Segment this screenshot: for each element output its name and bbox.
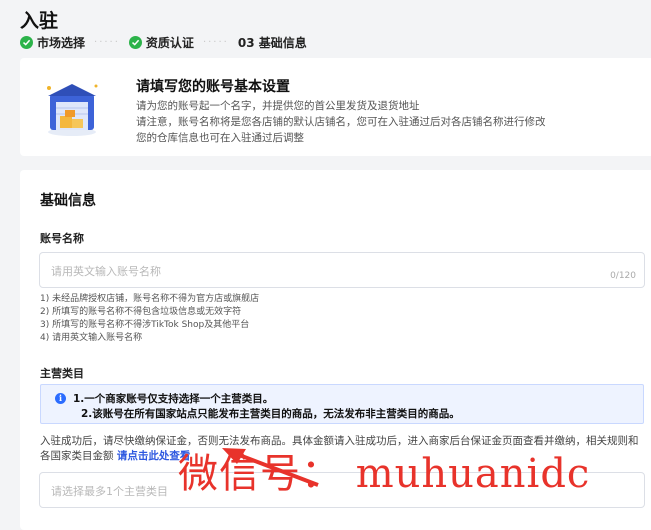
main-category-label: 主营类目 [40, 367, 84, 380]
step-label: 资质认证 [145, 36, 194, 50]
intro-line: 请为您的账号起一个名字，并提供您的首公里发货及退货地址 [136, 100, 420, 112]
rule-item: 3) 所填写的账号名称不得涉TikTok Shop及其他平台 [40, 320, 250, 330]
notice-line: 1.一个商家账号仅支持选择一个主营类目。 [73, 393, 274, 405]
step-label: 03 基础信息 [237, 36, 307, 50]
category-placeholder: 请选择最多1个主营类目 [51, 485, 168, 498]
step-market: 市场选择 [20, 34, 85, 51]
rule-item: 2) 所填写的账号名称不得包含垃圾信息或无效字符 [40, 307, 242, 317]
char-counter: 0/120 [610, 271, 636, 281]
step-divider: ····· [94, 37, 120, 48]
check-circle-icon [128, 36, 142, 49]
intro-heading: 请填写您的账号基本设置 [136, 79, 290, 95]
step-qualification: 资质认证 [128, 34, 194, 51]
rule-item: 1) 未经品牌授权店铺，账号名称不得为官方店或旗舰店 [40, 294, 260, 304]
step-label: 市场选择 [37, 36, 86, 50]
step-basic-info: 03 基础信息 [238, 34, 307, 51]
info-icon: i [55, 393, 66, 404]
account-name-label: 账号名称 [40, 232, 84, 245]
intro-line: 您的仓库信息也可在入驻通过后调整 [136, 132, 304, 144]
progress-steps: 市场选择 ····· 资质认证 ····· 03 基础信息 [20, 34, 307, 51]
intro-line: 请注意，账号名称将是您各店铺的默认店铺名，您可在入驻通过后对各店铺名称进行修改 [136, 116, 546, 128]
account-name-placeholder: 请用英文输入账号名称 [51, 265, 161, 278]
rule-item: 4) 请用英文输入账号名称 [40, 333, 143, 343]
category-notice: i 1.一个商家账号仅支持选择一个主营类目。 2.该账号在所有国家站点只能发布主… [40, 384, 644, 424]
section-title: 基础信息 [40, 193, 96, 209]
page-title: 入驻 [20, 10, 59, 32]
watermark-text: 微信号： muhuanidc [178, 451, 591, 497]
check-circle-icon [20, 36, 33, 49]
step-divider: ····· [202, 37, 229, 48]
warehouse-illustration-icon [47, 84, 98, 136]
account-name-input[interactable]: 请用英文输入账号名称 0/120 [39, 252, 645, 288]
notice-line: 2.该账号在所有国家站点只能发布主营类目的商品，无法发布非主营类目的商品。 [81, 408, 460, 420]
intro-card: 请填写您的账号基本设置 请为您的账号起一个名字，并提供您的首公里发货及退货地址 … [20, 58, 651, 156]
